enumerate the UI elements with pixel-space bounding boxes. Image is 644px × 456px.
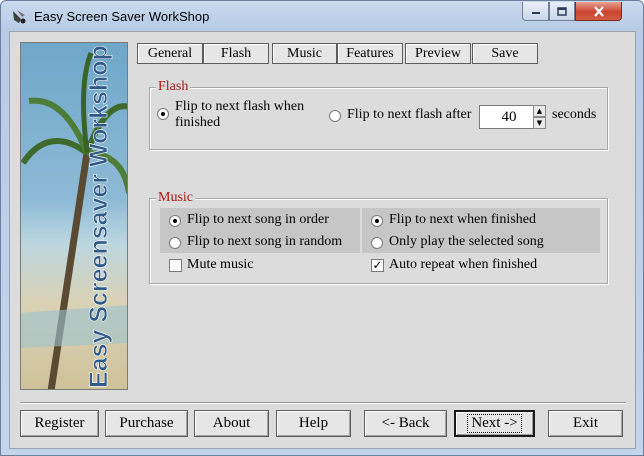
tab-general[interactable]: General [137, 43, 203, 64]
spin-down-icon[interactable]: ▼ [533, 117, 546, 129]
palm-beach-image: Easy Screensaver Workshop [21, 45, 127, 389]
tab-flash[interactable]: Flash [203, 43, 269, 64]
flash-finished-label[interactable]: Flip to next flash when finished [175, 99, 310, 131]
maximize-icon [557, 6, 567, 16]
app-window: Easy Screen Saver WorkShop Easy Screensa… [0, 0, 644, 456]
tab-save-label: Save [491, 45, 519, 61]
flash-finished-radio[interactable] [157, 108, 169, 120]
next-when-finished-label[interactable]: Flip to next when finished [389, 212, 536, 228]
minimize-icon [531, 12, 540, 14]
auto-repeat-checkbox[interactable]: ✓ [371, 259, 384, 272]
title-bar[interactable]: Easy Screen Saver WorkShop [1, 1, 643, 31]
back-button[interactable]: <- Back [364, 410, 447, 437]
purchase-button[interactable]: Purchase [105, 410, 188, 437]
exit-label: Exit [573, 415, 598, 431]
spin-up-icon[interactable]: ▲ [533, 105, 546, 117]
purchase-label: Purchase [119, 415, 174, 431]
window-title: Easy Screen Saver WorkShop [34, 9, 210, 24]
tab-general-label: General [147, 45, 193, 61]
next-label: Next -> [467, 414, 522, 433]
music-group: Music Flip to next song in order Flip to… [149, 190, 608, 284]
tab-flash-label: Flash [220, 45, 252, 61]
flash-group: Flash Flip to next flash when finished F… [149, 79, 608, 150]
tab-music-label: Music [287, 45, 322, 61]
close-button[interactable] [575, 2, 622, 21]
maximize-button[interactable] [549, 2, 575, 21]
about-button[interactable]: About [194, 410, 269, 437]
back-label: <- Back [381, 415, 430, 431]
help-label: Help [298, 415, 329, 431]
minimize-button[interactable] [522, 2, 549, 21]
only-selected-radio[interactable] [371, 237, 383, 249]
flash-group-title: Flash [156, 79, 191, 95]
mute-checkbox[interactable] [169, 259, 182, 272]
song-random-label[interactable]: Flip to next song in random [187, 234, 342, 250]
close-icon [593, 5, 604, 17]
button-separator [20, 402, 626, 404]
song-order-radio[interactable] [169, 215, 181, 227]
about-label: About [212, 415, 251, 431]
wizard-panel: Easy Screensaver Workshop General Flash … [9, 31, 636, 449]
tab-save[interactable]: Save [472, 43, 538, 64]
exit-button[interactable]: Exit [548, 410, 623, 437]
song-random-radio[interactable] [169, 237, 181, 249]
register-label: Register [34, 415, 85, 431]
next-when-finished-radio[interactable] [371, 215, 383, 227]
seconds-label: seconds [552, 107, 597, 122]
banner-image: Easy Screensaver Workshop [20, 42, 128, 390]
register-button[interactable]: Register [20, 410, 99, 437]
next-button[interactable]: Next -> [454, 410, 535, 437]
tab-music[interactable]: Music [272, 43, 337, 64]
mute-label[interactable]: Mute music [187, 257, 254, 273]
tab-features[interactable]: Features [337, 43, 403, 64]
seconds-spinner[interactable]: ▲ ▼ [533, 105, 546, 129]
flash-after-label[interactable]: Flip to next flash after [347, 107, 471, 123]
banner-text: Easy Screensaver Workshop [85, 45, 113, 388]
tab-features-label: Features [346, 45, 394, 61]
flash-after-radio[interactable] [329, 110, 341, 122]
auto-repeat-label[interactable]: Auto repeat when finished [389, 257, 537, 273]
song-order-label[interactable]: Flip to next song in order [187, 212, 329, 228]
help-button[interactable]: Help [276, 410, 351, 437]
seconds-input[interactable]: 40 [479, 105, 539, 129]
only-selected-label[interactable]: Only play the selected song [389, 234, 544, 250]
tab-preview[interactable]: Preview [405, 43, 471, 64]
tab-preview-label: Preview [415, 45, 461, 61]
app-icon [13, 10, 26, 24]
music-group-title: Music [156, 190, 195, 206]
